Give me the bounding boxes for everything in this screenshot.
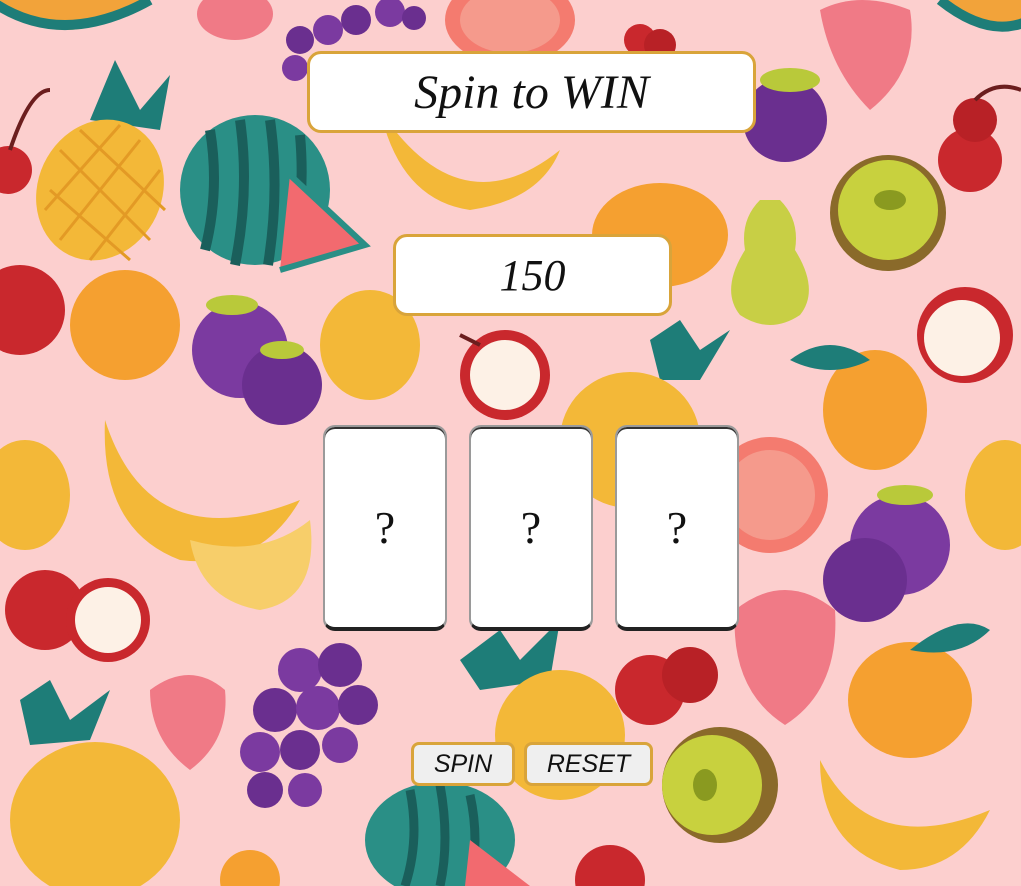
reset-button[interactable]: RESET (524, 742, 653, 786)
kiwi-icon (662, 727, 778, 843)
page-title: Spin to WIN (307, 51, 756, 133)
slot-reel-1: ? (323, 425, 447, 631)
apple-icon (917, 287, 1013, 383)
slot-reel-3: ? (615, 425, 739, 631)
orange-icon (70, 270, 180, 380)
kiwi-icon (830, 155, 946, 271)
score-display: 150 (393, 234, 672, 316)
spin-button[interactable]: SPIN (411, 742, 515, 786)
slot-reel-2: ? (469, 425, 593, 631)
apple-icon (459, 330, 550, 420)
